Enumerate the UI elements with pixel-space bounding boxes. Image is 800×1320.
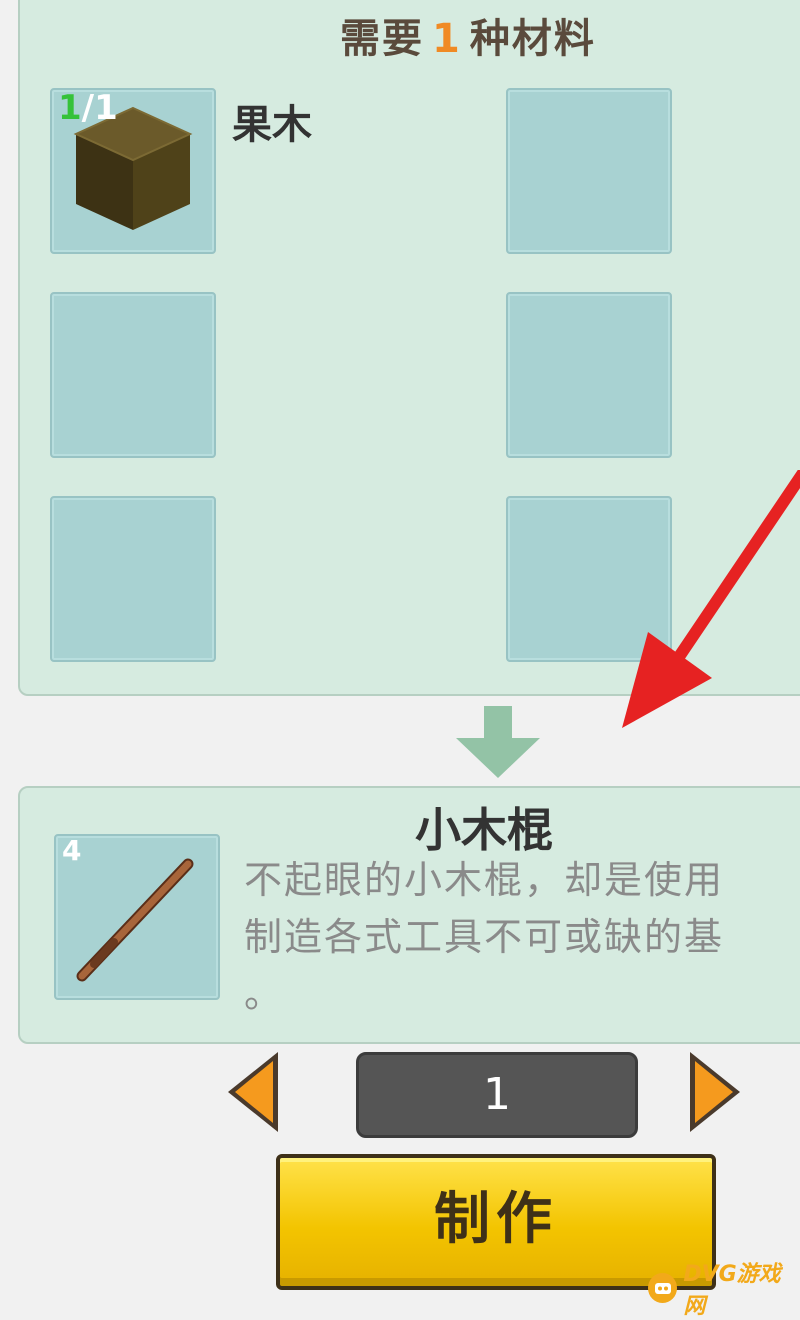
title-prefix: 需要 <box>340 16 424 62</box>
title-suffix: 种材料 <box>469 16 596 62</box>
materials-title: 需要 1 种材料 <box>20 6 800 64</box>
annotation-arrow-icon <box>622 470 800 728</box>
result-count: 4 <box>62 834 82 867</box>
quantity-display: 1 <box>356 1052 638 1138</box>
material-count: 1 <box>432 16 462 62</box>
down-arrow-icon <box>456 706 540 778</box>
result-slot[interactable]: 4 <box>54 834 220 1000</box>
left-triangle-icon <box>235 1061 273 1123</box>
result-title: 小木棍 <box>415 803 553 857</box>
result-panel: 4 小木棍 不起眼的小木棍，却是使用 制造各式工具不可或缺的基 。 <box>18 786 800 1044</box>
material-slot-3[interactable] <box>50 292 216 458</box>
watermark: DVG游戏网 <box>648 1262 800 1319</box>
watermark-logo-icon <box>648 1273 678 1303</box>
material-slot-4[interactable] <box>506 292 672 458</box>
material-slot-5[interactable] <box>50 496 216 662</box>
result-description: 不起眼的小木棍，却是使用 制造各式工具不可或缺的基 。 <box>244 858 725 1016</box>
material-slot-1[interactable]: 1/1 <box>50 88 216 254</box>
right-triangle-icon <box>695 1061 733 1123</box>
material-slot-2[interactable] <box>506 88 672 254</box>
material-name: 果木 <box>232 102 312 148</box>
watermark-text: DVG游戏网 <box>683 1262 781 1319</box>
material-slot-count: 1/1 <box>58 88 118 128</box>
